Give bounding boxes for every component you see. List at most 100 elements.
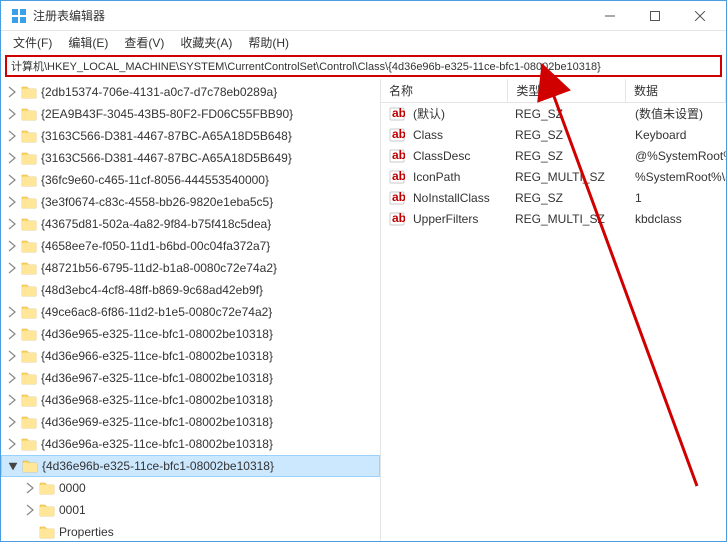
expand-icon[interactable] [5, 239, 19, 253]
tree-item-label: 0000 [59, 481, 86, 495]
expand-icon[interactable] [5, 393, 19, 407]
menu-file[interactable]: 文件(F) [5, 32, 60, 53]
folder-icon [21, 150, 37, 166]
tree-item[interactable]: Properties [1, 521, 380, 541]
expand-icon[interactable] [5, 349, 19, 363]
tree-item-label: {3e3f0674-c83c-4558-bb26-9820e1eba5c5} [41, 195, 273, 209]
tree-item[interactable]: {3e3f0674-c83c-4558-bb26-9820e1eba5c5} [1, 191, 380, 213]
folder-icon [39, 480, 55, 496]
folder-icon [39, 524, 55, 540]
menu-favorites[interactable]: 收藏夹(A) [172, 32, 240, 53]
col-type-header[interactable]: 类型 [508, 79, 626, 102]
folder-icon [21, 326, 37, 342]
tree-item[interactable]: {2EA9B43F-3045-43B5-80F2-FD06C55FBB90} [1, 103, 380, 125]
menubar: 文件(F) 编辑(E) 查看(V) 收藏夹(A) 帮助(H) [1, 31, 726, 53]
expand-icon[interactable] [5, 327, 19, 341]
value-name: UpperFilters [409, 212, 511, 226]
folder-icon [39, 502, 55, 518]
expand-icon[interactable] [5, 129, 19, 143]
value-type: REG_MULTI_SZ [511, 170, 631, 184]
maximize-button[interactable] [632, 2, 677, 30]
tree-item[interactable]: {4d36e969-e325-11ce-bfc1-08002be10318} [1, 411, 380, 433]
tree-item[interactable]: {4d36e968-e325-11ce-bfc1-08002be10318} [1, 389, 380, 411]
window-controls [587, 2, 722, 30]
expand-icon[interactable] [5, 217, 19, 231]
folder-icon [21, 282, 37, 298]
list-row[interactable]: ClassREG_SZKeyboard [381, 124, 726, 145]
tree-item[interactable]: {4d36e96b-e325-11ce-bfc1-08002be10318} [1, 455, 380, 477]
folder-icon [21, 216, 37, 232]
list-row[interactable]: UpperFiltersREG_MULTI_SZkbdclass [381, 208, 726, 229]
tree-item[interactable]: {4d36e965-e325-11ce-bfc1-08002be10318} [1, 323, 380, 345]
menu-help[interactable]: 帮助(H) [240, 32, 297, 53]
value-data: 1 [631, 191, 726, 205]
window-title: 注册表编辑器 [33, 7, 587, 24]
tree-item-label: {3163C566-D381-4467-87BC-A65A18D5B649} [41, 151, 292, 165]
minimize-button[interactable] [587, 2, 632, 30]
tree-item[interactable]: {2db15374-706e-4131-a0c7-d7c78eb0289a} [1, 81, 380, 103]
expand-icon[interactable] [5, 173, 19, 187]
folder-icon [21, 348, 37, 364]
tree-item[interactable]: {49ce6ac8-6f86-11d2-b1e5-0080c72e74a2} [1, 301, 380, 323]
tree-item[interactable]: {48d3ebc4-4cf8-48ff-b869-9c68ad42eb9f} [1, 279, 380, 301]
tree-item[interactable]: 0000 [1, 477, 380, 499]
list-row[interactable]: IconPathREG_MULTI_SZ%SystemRoot%\System3… [381, 166, 726, 187]
value-type: REG_SZ [511, 107, 631, 121]
string-value-icon [389, 211, 405, 227]
menu-view[interactable]: 查看(V) [116, 32, 172, 53]
folder-icon [21, 84, 37, 100]
expand-icon[interactable] [5, 437, 19, 451]
list-row[interactable]: NoInstallClassREG_SZ1 [381, 187, 726, 208]
expand-icon[interactable] [5, 371, 19, 385]
app-icon [11, 8, 27, 24]
tree-item[interactable]: {4d36e967-e325-11ce-bfc1-08002be10318} [1, 367, 380, 389]
tree-item[interactable]: {4d36e96a-e325-11ce-bfc1-08002be10318} [1, 433, 380, 455]
folder-icon [21, 106, 37, 122]
tree-item-label: {2db15374-706e-4131-a0c7-d7c78eb0289a} [41, 85, 277, 99]
tree-item-label: {4d36e966-e325-11ce-bfc1-08002be10318} [41, 349, 273, 363]
string-value-icon [389, 106, 405, 122]
value-type: REG_MULTI_SZ [511, 212, 631, 226]
tree-item[interactable]: {3163C566-D381-4467-87BC-A65A18D5B649} [1, 147, 380, 169]
titlebar: 注册表编辑器 [1, 1, 726, 31]
tree-item-label: {48721b56-6795-11d2-b1a8-0080c72e74a2} [41, 261, 277, 275]
address-input[interactable]: 计算机\HKEY_LOCAL_MACHINE\SYSTEM\CurrentCon… [5, 55, 722, 77]
expand-icon[interactable] [23, 481, 37, 495]
close-button[interactable] [677, 2, 722, 30]
tree-item[interactable]: {3163C566-D381-4467-87BC-A65A18D5B648} [1, 125, 380, 147]
tree-item[interactable]: {4d36e966-e325-11ce-bfc1-08002be10318} [1, 345, 380, 367]
value-name: ClassDesc [409, 149, 511, 163]
tree-item-label: {48d3ebc4-4cf8-48ff-b869-9c68ad42eb9f} [41, 283, 263, 297]
expand-icon[interactable] [5, 195, 19, 209]
tree-item[interactable]: 0001 [1, 499, 380, 521]
tree-item[interactable]: {43675d81-502a-4a82-9f84-b75f418c5dea} [1, 213, 380, 235]
folder-icon [21, 172, 37, 188]
tree-pane[interactable]: {2db15374-706e-4131-a0c7-d7c78eb0289a} {2… [1, 79, 381, 541]
tree-item[interactable]: {48721b56-6795-11d2-b1a8-0080c72e74a2} [1, 257, 380, 279]
col-name-header[interactable]: 名称 [381, 79, 508, 102]
list-pane[interactable]: 名称 类型 数据 (默认)REG_SZ(数值未设置)ClassREG_SZKey… [381, 79, 726, 541]
value-type: REG_SZ [511, 191, 631, 205]
string-value-icon [389, 148, 405, 164]
expand-icon[interactable] [5, 151, 19, 165]
list-row[interactable]: (默认)REG_SZ(数值未设置) [381, 103, 726, 124]
expand-icon[interactable] [23, 503, 37, 517]
expand-icon[interactable] [5, 85, 19, 99]
expand-icon[interactable] [5, 261, 19, 275]
expand-icon[interactable] [5, 305, 19, 319]
folder-icon [21, 414, 37, 430]
value-type: REG_SZ [511, 128, 631, 142]
string-value-icon [389, 169, 405, 185]
expand-icon[interactable] [5, 107, 19, 121]
expand-icon[interactable] [5, 415, 19, 429]
folder-icon [21, 392, 37, 408]
folder-icon [21, 436, 37, 452]
menu-edit[interactable]: 编辑(E) [60, 32, 116, 53]
list-row[interactable]: ClassDescREG_SZ@%SystemRoot%\System32 [381, 145, 726, 166]
collapse-icon[interactable] [6, 459, 20, 473]
tree-item-label: {4d36e96a-e325-11ce-bfc1-08002be10318} [41, 437, 273, 451]
tree-item[interactable]: {4658ee7e-f050-11d1-b6bd-00c04fa372a7} [1, 235, 380, 257]
col-data-header[interactable]: 数据 [626, 79, 726, 102]
value-name: (默认) [409, 105, 511, 122]
tree-item[interactable]: {36fc9e60-c465-11cf-8056-444553540000} [1, 169, 380, 191]
